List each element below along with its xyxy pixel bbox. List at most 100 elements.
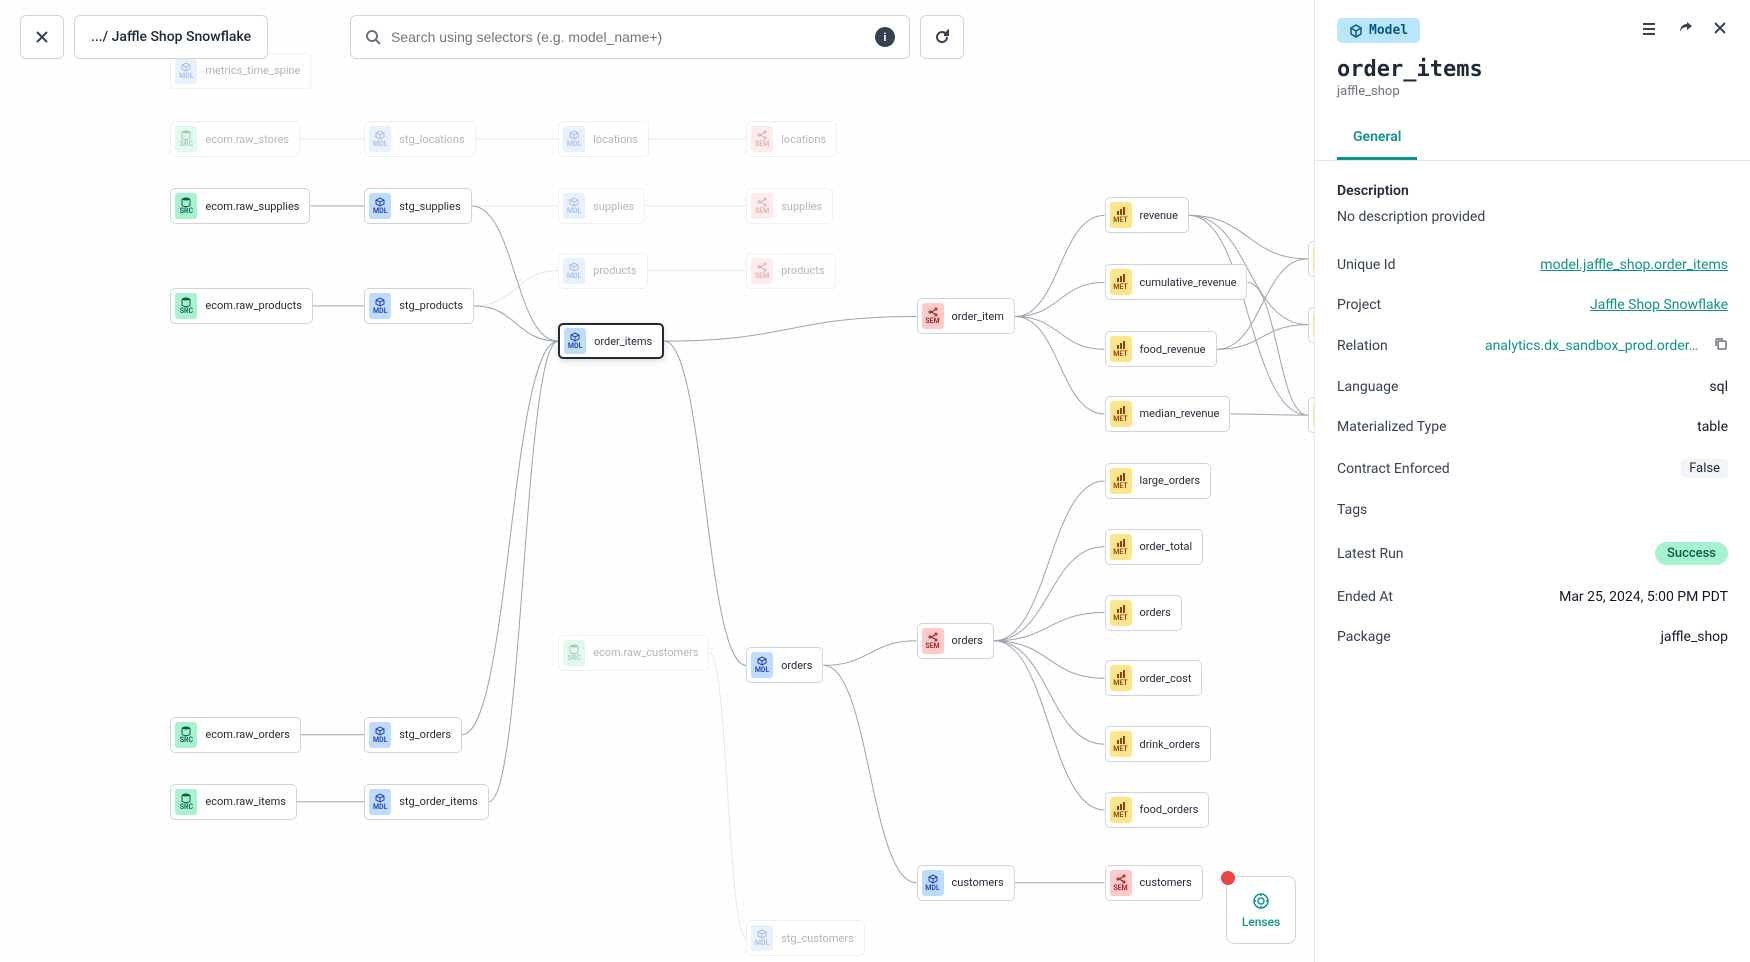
node-label: food_revenue: [1140, 343, 1206, 356]
mdl-tag: MDL: [369, 126, 391, 152]
node-label: stg_order_items: [399, 795, 477, 808]
node-orders_met[interactable]: MET orders: [1105, 595, 1182, 631]
node-raw_supplies[interactable]: SRCecom.raw_supplies: [170, 188, 310, 224]
mdl-tag: MDL: [369, 722, 391, 748]
node-label: ecom.raw_orders: [205, 728, 289, 741]
node-supplies_s[interactable]: SEMsupplies: [746, 188, 833, 224]
tab-general[interactable]: General: [1337, 117, 1417, 160]
node-label: orders: [1140, 606, 1171, 619]
materialized-label: Materialized Type: [1337, 419, 1447, 435]
node-revenue[interactable]: MET revenue: [1105, 197, 1189, 233]
node-food_ord[interactable]: METfood_orders: [1105, 792, 1210, 828]
met-tag: MET: [1110, 600, 1132, 626]
language-label: Language: [1337, 379, 1398, 395]
node-orders_m[interactable]: MDLorders: [746, 647, 823, 683]
node-products_m[interactable]: MDLproducts: [558, 253, 647, 289]
node-label: order_cost: [1140, 672, 1192, 685]
node-supplies_m[interactable]: MDLsupplies: [558, 188, 645, 224]
node-ord_total[interactable]: METorder_total: [1105, 529, 1204, 565]
met-tag: MET: [1110, 202, 1132, 228]
package-value: jaffle_shop: [1401, 629, 1728, 645]
mdl-tag: MDL: [751, 652, 773, 678]
copy-icon[interactable]: [1714, 337, 1728, 355]
resource-title: order_items: [1337, 57, 1728, 82]
graph-canvas[interactable]: MDLmetrics_time_spineSRCecom.raw_storesS…: [0, 0, 1314, 962]
node-label: ecom.raw_products: [205, 299, 302, 312]
details-sidebar: Model order_items jaffle_shop General De…: [1314, 0, 1750, 962]
node-order_items[interactable]: MDLorder_items: [558, 323, 664, 359]
notification-dot: [1221, 871, 1235, 885]
node-label: revenue: [1140, 209, 1178, 222]
info-icon[interactable]: i: [875, 27, 895, 47]
node-label: stg_supplies: [399, 200, 460, 213]
sem-tag: SEM: [751, 193, 773, 219]
relation-value: analytics.dx_sandbox_prod.order…: [1398, 338, 1698, 354]
ended-at-value: Mar 25, 2024, 5:00 PM PDT: [1403, 589, 1728, 605]
lenses-label: Lenses: [1242, 915, 1280, 929]
list-icon[interactable]: [1640, 20, 1658, 42]
node-label: orders: [952, 634, 983, 647]
project-label: Project: [1337, 297, 1381, 313]
node-label: drink_orders: [1140, 738, 1201, 751]
met-tag: MET: [1110, 468, 1132, 494]
node-med_rev[interactable]: METmedian_revenue: [1105, 396, 1231, 432]
node-ord_cost[interactable]: METorder_cost: [1105, 660, 1203, 696]
mdl-tag: MDL: [369, 789, 391, 815]
node-cum_rev[interactable]: MET cumulative_revenue: [1105, 264, 1248, 300]
node-stg_sup[interactable]: MDLstg_supplies: [364, 188, 471, 224]
node-raw_products[interactable]: SRCecom.raw_products: [170, 288, 313, 324]
node-customers_m[interactable]: MDLcustomers: [917, 865, 1015, 901]
node-label: products: [593, 264, 636, 277]
node-raw_orders[interactable]: SRCecom.raw_orders: [170, 717, 300, 753]
language-value: sql: [1408, 379, 1728, 395]
sem-tag: SEM: [1110, 870, 1132, 896]
materialized-value: table: [1457, 419, 1728, 435]
node-order_item_s[interactable]: SEMorder_item: [917, 298, 1015, 334]
share-icon[interactable]: [1676, 20, 1694, 42]
node-orders_s[interactable]: SEMorders: [917, 623, 994, 659]
close-button[interactable]: [20, 15, 64, 59]
node-label: stg_products: [399, 299, 463, 312]
node-label: ecom.raw_stores: [205, 133, 289, 146]
node-stg_prod[interactable]: MDL stg_products: [364, 288, 474, 324]
mdl-tag: MDL: [369, 293, 391, 319]
met-tag: MET: [1110, 401, 1132, 427]
node-stg_ord[interactable]: MDLstg_orders: [364, 717, 462, 753]
node-raw_items[interactable]: SRCecom.raw_items: [170, 784, 297, 820]
node-stg_cust[interactable]: MDLstg_customers: [746, 920, 865, 956]
search-input[interactable]: [391, 29, 865, 45]
src-tag: SRC: [175, 193, 197, 219]
node-locations_m[interactable]: MDLlocations: [558, 121, 649, 157]
node-customers_s[interactable]: SEMcustomers: [1105, 865, 1203, 901]
node-label: ecom.raw_customers: [593, 646, 698, 659]
description-label: Description: [1337, 183, 1728, 199]
close-sidebar-icon[interactable]: [1712, 20, 1728, 42]
node-stg_oi[interactable]: MDL stg_order_items: [364, 784, 488, 820]
resource-type-pill: Model: [1337, 18, 1420, 43]
node-raw_stores[interactable]: SRCecom.raw_stores: [170, 121, 300, 157]
node-label: order_item: [952, 310, 1004, 323]
node-stg_loc[interactable]: MDLstg_locations: [364, 121, 475, 157]
node-label: cumulative_revenue: [1140, 276, 1237, 289]
node-label: order_items: [594, 335, 652, 348]
refresh-button[interactable]: [920, 15, 964, 59]
contract-label: Contract Enforced: [1337, 461, 1450, 477]
lenses-button[interactable]: Lenses: [1226, 876, 1296, 944]
breadcrumb[interactable]: .../ Jaffle Shop Snowflake: [74, 15, 268, 59]
node-label: stg_customers: [781, 932, 854, 945]
package-label: Package: [1337, 629, 1391, 645]
node-label: products: [781, 264, 824, 277]
project-value[interactable]: Jaffle Shop Snowflake: [1391, 297, 1728, 313]
met-tag: MET: [1110, 269, 1132, 295]
node-products_s[interactable]: SEMproducts: [746, 253, 835, 289]
node-drink_ord[interactable]: METdrink_orders: [1105, 726, 1212, 762]
node-raw_cust[interactable]: SRCecom.raw_customers: [558, 635, 709, 671]
node-food_rev[interactable]: METfood_revenue: [1105, 331, 1217, 367]
node-locations_s[interactable]: SEMlocations: [746, 121, 837, 157]
unique-id-value[interactable]: model.jaffle_shop.order_items: [1406, 257, 1729, 273]
node-label: supplies: [593, 200, 634, 213]
node-large_ord[interactable]: METlarge_orders: [1105, 463, 1212, 499]
node-label: locations: [593, 133, 638, 146]
search-box[interactable]: i: [350, 15, 910, 59]
resource-subtitle: jaffle_shop: [1337, 84, 1728, 99]
